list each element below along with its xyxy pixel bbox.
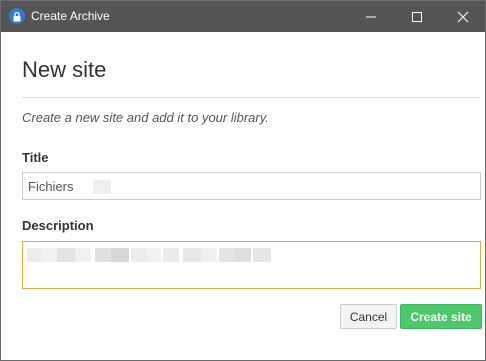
lock-icon — [9, 8, 25, 24]
close-icon — [457, 11, 469, 22]
redacted-text — [93, 180, 111, 194]
cancel-button[interactable]: Cancel — [340, 304, 397, 329]
dialog-heading: New site — [22, 57, 107, 82]
title-input-value: Fichiers — [28, 179, 74, 194]
heading-divider — [22, 97, 480, 98]
description-label: Description — [22, 218, 94, 233]
close-button[interactable] — [440, 1, 486, 32]
create-archive-window: Create Archive New site Create a new sit… — [0, 0, 486, 361]
minimize-button[interactable] — [348, 1, 394, 32]
create-site-button[interactable]: Create site — [400, 304, 482, 329]
title-label: Title — [22, 150, 49, 165]
description-input[interactable] — [22, 241, 481, 289]
window-title: Create Archive — [31, 9, 110, 23]
title-bar[interactable]: Create Archive — [1, 1, 485, 32]
dialog-subtitle: Create a new site and add it to your lib… — [22, 110, 269, 125]
maximize-button[interactable] — [394, 1, 440, 32]
maximize-icon — [412, 11, 422, 22]
minimize-icon — [366, 16, 376, 17]
title-input[interactable]: Fichiers — [22, 172, 481, 200]
